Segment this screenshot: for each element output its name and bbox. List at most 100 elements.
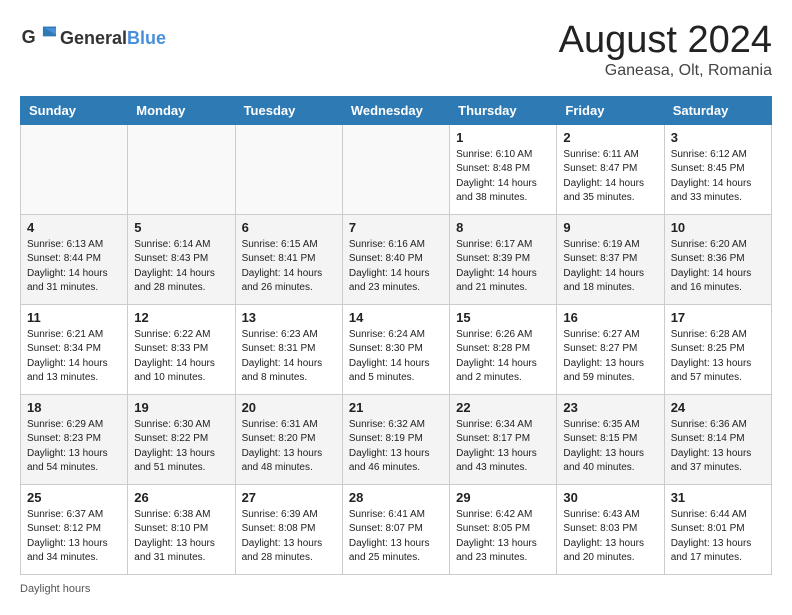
day-info: Sunrise: 6:27 AM Sunset: 8:27 PM Dayligh… — [563, 328, 657, 386]
calendar-cell: 3 Sunrise: 6:12 AM Sunset: 8:45 PM Daylig… — [664, 124, 771, 214]
day-info: Sunrise: 6:34 AM Sunset: 8:17 PM Dayligh… — [456, 418, 550, 476]
calendar-week-row: 18 Sunrise: 6:29 AM Sunset: 8:23 PM Dayli… — [21, 394, 772, 484]
generalblue-logo-icon: G — [20, 20, 56, 56]
calendar-cell: 5 Sunrise: 6:14 AM Sunset: 8:43 PM Daylig… — [128, 214, 235, 304]
day-info: Sunrise: 6:16 AM Sunset: 8:40 PM Dayligh… — [349, 238, 443, 296]
calendar-cell: 22 Sunrise: 6:34 AM Sunset: 8:17 PM Dayli… — [450, 394, 557, 484]
logo-text-blue: Blue — [127, 28, 166, 49]
day-number: 6 — [242, 220, 336, 235]
day-number: 10 — [671, 220, 765, 235]
calendar-cell: 9 Sunrise: 6:19 AM Sunset: 8:37 PM Daylig… — [557, 214, 664, 304]
calendar-cell: 1Sunrise: 6:10 AM Sunset: 8:48 PM Daylig… — [450, 124, 557, 214]
calendar-cell: 13 Sunrise: 6:23 AM Sunset: 8:31 PM Dayli… — [235, 304, 342, 394]
day-info: Sunrise: 6:22 AM Sunset: 8:33 PM Dayligh… — [134, 328, 228, 386]
calendar-cell: 15Sunrise: 6:26 AM Sunset: 8:28 PM Dayli… — [450, 304, 557, 394]
calendar-cell: 24Sunrise: 6:36 AM Sunset: 8:14 PM Dayli… — [664, 394, 771, 484]
svg-text:G: G — [22, 27, 36, 47]
calendar-cell: 2 Sunrise: 6:11 AM Sunset: 8:47 PM Daylig… — [557, 124, 664, 214]
day-number: 26 — [134, 490, 228, 505]
day-number: 13 — [242, 310, 336, 325]
day-info: Sunrise: 6:37 AM Sunset: 8:12 PM Dayligh… — [27, 508, 121, 566]
day-info: Sunrise: 6:35 AM Sunset: 8:15 PM Dayligh… — [563, 418, 657, 476]
day-info: Sunrise: 6:24 AM Sunset: 8:30 PM Dayligh… — [349, 328, 443, 386]
calendar-day-header: Thursday — [450, 96, 557, 124]
calendar-cell: 26Sunrise: 6:38 AM Sunset: 8:10 PM Dayli… — [128, 484, 235, 574]
day-number: 15 — [456, 310, 550, 325]
footer-daylight-note: Daylight hours — [20, 583, 772, 595]
day-number: 30 — [563, 490, 657, 505]
day-number: 21 — [349, 400, 443, 415]
calendar-cell: 16 Sunrise: 6:27 AM Sunset: 8:27 PM Dayli… — [557, 304, 664, 394]
calendar-header-row: SundayMondayTuesdayWednesdayThursdayFrid… — [21, 96, 772, 124]
day-number: 22 — [456, 400, 550, 415]
logo-text-general: General — [60, 28, 127, 49]
calendar-cell: 4Sunrise: 6:13 AM Sunset: 8:44 PM Daylig… — [21, 214, 128, 304]
day-info: Sunrise: 6:11 AM Sunset: 8:47 PM Dayligh… — [563, 148, 657, 206]
calendar-day-header: Friday — [557, 96, 664, 124]
calendar-cell: 27Sunrise: 6:39 AM Sunset: 8:08 PM Dayli… — [235, 484, 342, 574]
day-number: 8 — [456, 220, 550, 235]
page-header: G General Blue August 2024 Ganeasa, Olt,… — [20, 20, 772, 80]
day-number: 11 — [27, 310, 121, 325]
day-info: Sunrise: 6:19 AM Sunset: 8:37 PM Dayligh… — [563, 238, 657, 296]
calendar-cell: 21 Sunrise: 6:32 AM Sunset: 8:19 PM Dayli… — [342, 394, 449, 484]
calendar-day-header: Tuesday — [235, 96, 342, 124]
calendar-day-header: Wednesday — [342, 96, 449, 124]
day-info: Sunrise: 6:15 AM Sunset: 8:41 PM Dayligh… — [242, 238, 336, 296]
day-number: 28 — [349, 490, 443, 505]
day-info: Sunrise: 6:14 AM Sunset: 8:43 PM Dayligh… — [134, 238, 228, 296]
calendar-cell: 11 Sunrise: 6:21 AM Sunset: 8:34 PM Dayli… — [21, 304, 128, 394]
day-number: 17 — [671, 310, 765, 325]
calendar-cell: 7 Sunrise: 6:16 AM Sunset: 8:40 PM Daylig… — [342, 214, 449, 304]
day-number: 20 — [242, 400, 336, 415]
day-info: Sunrise: 6:12 AM Sunset: 8:45 PM Dayligh… — [671, 148, 765, 206]
day-number: 23 — [563, 400, 657, 415]
calendar-cell: 10 Sunrise: 6:20 AM Sunset: 8:36 PM Dayli… — [664, 214, 771, 304]
month-year-title: August 2024 — [559, 20, 772, 62]
day-number: 4 — [27, 220, 121, 235]
day-info: Sunrise: 6:31 AM Sunset: 8:20 PM Dayligh… — [242, 418, 336, 476]
day-info: Sunrise: 6:23 AM Sunset: 8:31 PM Dayligh… — [242, 328, 336, 386]
calendar-cell: 30 Sunrise: 6:43 AM Sunset: 8:03 PM Dayli… — [557, 484, 664, 574]
day-info: Sunrise: 6:43 AM Sunset: 8:03 PM Dayligh… — [563, 508, 657, 566]
day-number: 3 — [671, 130, 765, 145]
day-info: Sunrise: 6:21 AM Sunset: 8:34 PM Dayligh… — [27, 328, 121, 386]
calendar-week-row: 11 Sunrise: 6:21 AM Sunset: 8:34 PM Dayli… — [21, 304, 772, 394]
day-number: 14 — [349, 310, 443, 325]
day-info: Sunrise: 6:41 AM Sunset: 8:07 PM Dayligh… — [349, 508, 443, 566]
day-info: Sunrise: 6:32 AM Sunset: 8:19 PM Dayligh… — [349, 418, 443, 476]
day-number: 5 — [134, 220, 228, 235]
calendar-week-row: 4Sunrise: 6:13 AM Sunset: 8:44 PM Daylig… — [21, 214, 772, 304]
calendar-day-header: Saturday — [664, 96, 771, 124]
calendar-cell: 20 Sunrise: 6:31 AM Sunset: 8:20 PM Dayli… — [235, 394, 342, 484]
calendar-day-header: Monday — [128, 96, 235, 124]
day-info: Sunrise: 6:29 AM Sunset: 8:23 PM Dayligh… — [27, 418, 121, 476]
calendar-cell: 17 Sunrise: 6:28 AM Sunset: 8:25 PM Dayli… — [664, 304, 771, 394]
day-number: 27 — [242, 490, 336, 505]
calendar-cell — [342, 124, 449, 214]
day-info: Sunrise: 6:30 AM Sunset: 8:22 PM Dayligh… — [134, 418, 228, 476]
title-block: August 2024 Ganeasa, Olt, Romania — [559, 20, 772, 80]
calendar-cell: 31 Sunrise: 6:44 AM Sunset: 8:01 PM Dayli… — [664, 484, 771, 574]
calendar-cell: 19 Sunrise: 6:30 AM Sunset: 8:22 PM Dayli… — [128, 394, 235, 484]
calendar-week-row: 25Sunrise: 6:37 AM Sunset: 8:12 PM Dayli… — [21, 484, 772, 574]
calendar-cell — [128, 124, 235, 214]
day-number: 18 — [27, 400, 121, 415]
day-info: Sunrise: 6:28 AM Sunset: 8:25 PM Dayligh… — [671, 328, 765, 386]
calendar-table: SundayMondayTuesdayWednesdayThursdayFrid… — [20, 96, 772, 575]
day-number: 9 — [563, 220, 657, 235]
calendar-cell: 6 Sunrise: 6:15 AM Sunset: 8:41 PM Daylig… — [235, 214, 342, 304]
calendar-cell: 25Sunrise: 6:37 AM Sunset: 8:12 PM Dayli… — [21, 484, 128, 574]
day-number: 24 — [671, 400, 765, 415]
day-number: 31 — [671, 490, 765, 505]
day-number: 19 — [134, 400, 228, 415]
day-info: Sunrise: 6:17 AM Sunset: 8:39 PM Dayligh… — [456, 238, 550, 296]
day-number: 7 — [349, 220, 443, 235]
calendar-cell — [235, 124, 342, 214]
day-number: 2 — [563, 130, 657, 145]
calendar-cell: 14 Sunrise: 6:24 AM Sunset: 8:30 PM Dayli… — [342, 304, 449, 394]
day-info: Sunrise: 6:20 AM Sunset: 8:36 PM Dayligh… — [671, 238, 765, 296]
calendar-cell: 23 Sunrise: 6:35 AM Sunset: 8:15 PM Dayli… — [557, 394, 664, 484]
day-number: 16 — [563, 310, 657, 325]
day-info: Sunrise: 6:44 AM Sunset: 8:01 PM Dayligh… — [671, 508, 765, 566]
